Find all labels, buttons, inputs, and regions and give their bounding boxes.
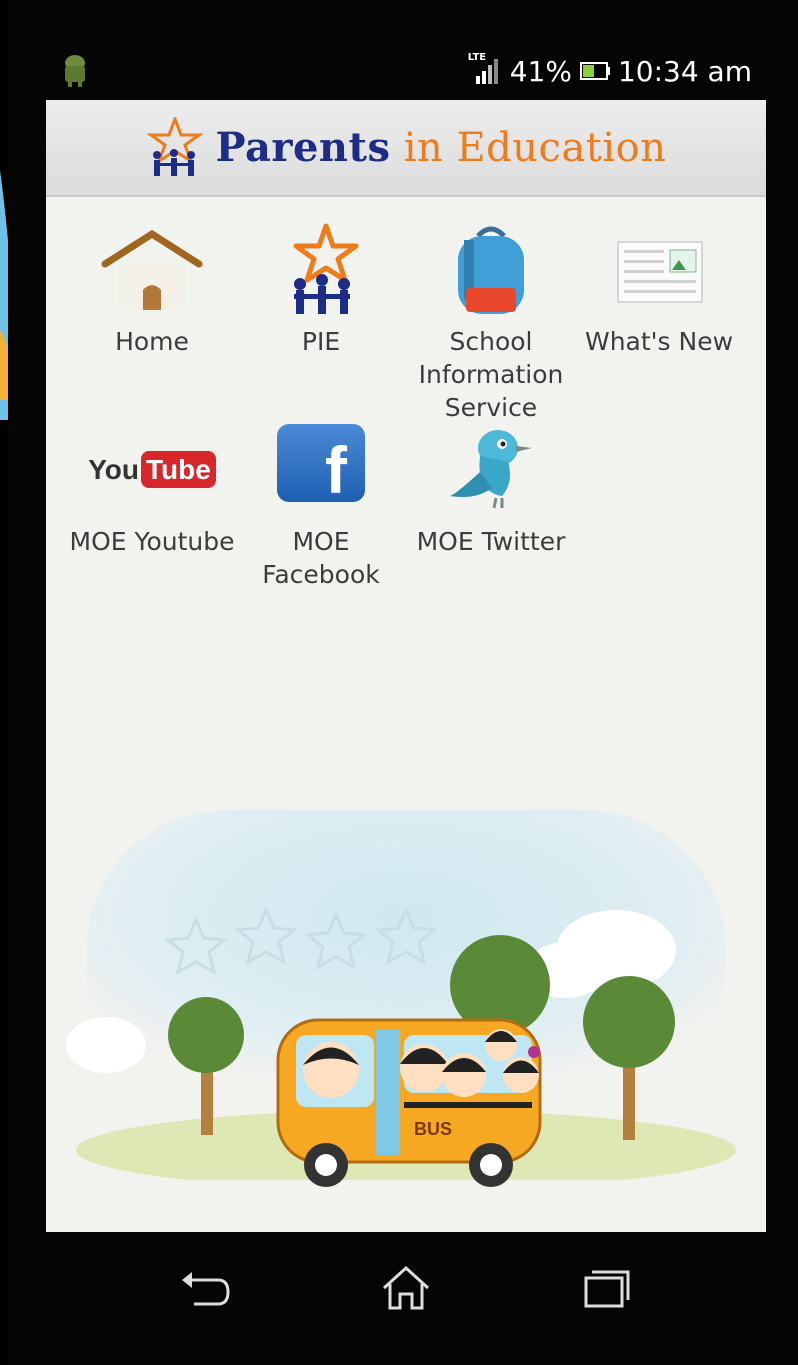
facebook-logo: f	[277, 424, 365, 507]
recent-apps-icon[interactable]	[576, 1262, 636, 1312]
menu-item-moe-facebook[interactable]: f MOE Facebook	[236, 422, 406, 591]
app-title-main: Parents	[215, 124, 391, 171]
clock: 10:34 am	[617, 54, 752, 88]
app-screen: Parents in Education Home PIE School Inf…	[46, 100, 766, 1232]
menu-item-label: Home	[115, 327, 189, 356]
menu-item-home[interactable]: Home	[67, 222, 237, 358]
menu-item-moe-twitter[interactable]: MOE Twitter	[406, 422, 576, 558]
youtube-logo-you: You	[88, 454, 139, 485]
back-arrow-icon[interactable]	[174, 1262, 234, 1312]
youtube-icon: You Tube	[88, 422, 216, 517]
school-bag-icon	[458, 226, 524, 314]
youtube-logo-tube: Tube	[141, 451, 216, 488]
bus-label: BUS	[414, 1119, 452, 1139]
home-nav-icon[interactable]	[376, 1262, 436, 1312]
school-bus-illustration: BUS	[66, 810, 736, 1232]
menu-item-label: MOE Twitter	[416, 527, 566, 556]
pie-logo-icon	[293, 223, 359, 314]
app-title: Parents in Education	[215, 124, 666, 171]
battery-percent: 41%	[509, 54, 572, 88]
twitter-bird-icon	[450, 430, 532, 509]
menu-item-label: School Information Service	[418, 327, 564, 422]
menu-item-whats-new[interactable]: What's New	[574, 222, 744, 358]
app-title-rest: in Education	[390, 125, 667, 171]
menu-item-label: MOE Facebook	[262, 527, 380, 589]
app-header: Parents in Education	[46, 100, 766, 197]
android-robot-icon	[65, 55, 85, 87]
menu-item-label: What's New	[584, 327, 734, 356]
status-bar: LTE 41% 10:34 am	[46, 40, 766, 100]
facebook-icon: f	[266, 422, 376, 517]
battery-icon	[579, 62, 610, 80]
news-icon	[617, 241, 703, 303]
menu-item-label: PIE	[301, 327, 341, 356]
navigation-bar	[46, 1232, 766, 1365]
signal-icon: LTE	[468, 52, 502, 86]
pie-logo-icon	[146, 116, 204, 176]
house-icon	[101, 229, 203, 310]
menu-item-school-information-service[interactable]: School Information Service	[406, 222, 576, 424]
menu-item-pie[interactable]: PIE	[236, 222, 406, 358]
menu-item-label: MOE Youtube	[69, 527, 235, 556]
menu-item-moe-youtube[interactable]: You Tube MOE Youtube	[67, 422, 237, 558]
